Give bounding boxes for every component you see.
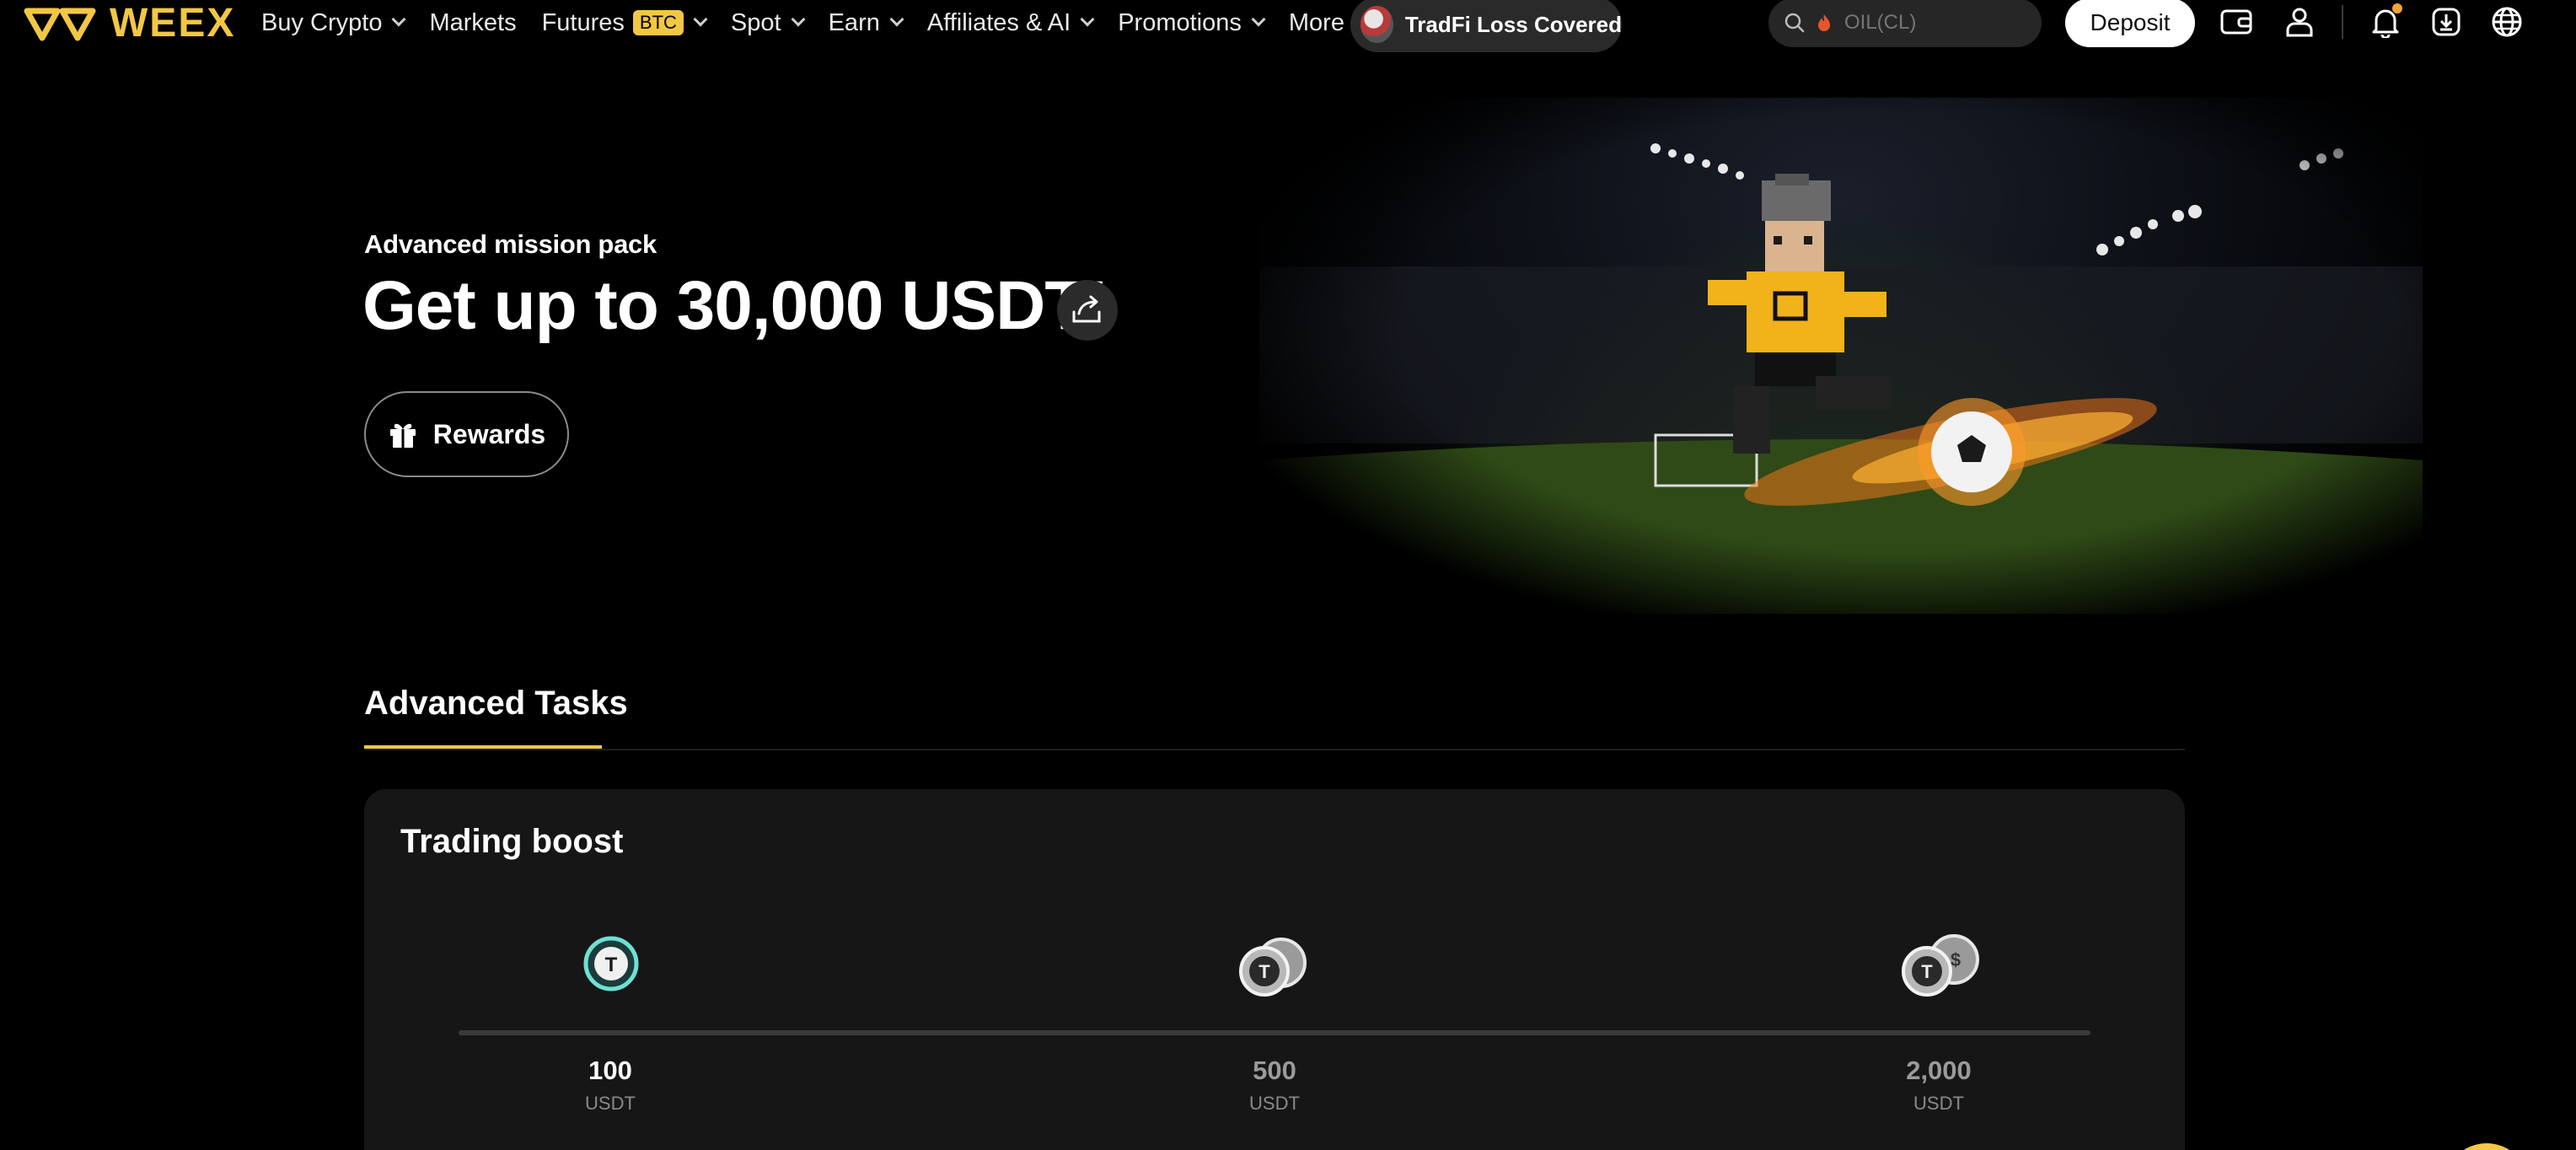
nav-label: Markets [429,8,517,36]
search-icon [1784,13,1805,33]
notification-dot [2392,3,2402,13]
chevron-down-icon [693,12,708,27]
milestone-500: 500 USDT [1190,1056,1359,1115]
share-button[interactable] [1057,280,1118,341]
nav-buy-crypto[interactable]: Buy Crypto [261,8,406,37]
rewards-label: Rewards [432,418,546,449]
main-menu: Buy Crypto Markets Futures BTC Spot Earn… [261,0,1392,46]
chevron-down-icon [889,12,904,27]
milestone-unit: USDT [585,1093,636,1114]
chevron-down-icon [791,12,806,27]
tradfi-label: TradFi Loss Covered [1404,11,1622,37]
brand-name: WEEX [110,0,236,46]
nav-spot[interactable]: Spot [730,8,806,37]
nav-futures[interactable]: Futures BTC [541,8,708,37]
nav-markets[interactable]: Markets [429,9,516,37]
wallet-icon[interactable] [2219,5,2256,39]
chevron-down-icon [1080,12,1095,27]
chevron-down-icon [391,12,406,27]
nav-affiliates[interactable]: Affiliates & AI [926,8,1095,37]
gift-icon [389,423,416,448]
btc-badge: BTC [632,10,684,35]
usdt-coin-stack-icon-large: T $ [1902,934,1979,997]
progress-track [459,1030,2090,1035]
nav-label: Promotions [1118,8,1242,36]
milestone-100: 100 USDT [526,1056,695,1115]
milestone-2000: 2,000 USDT [1854,1056,2023,1115]
top-navbar: WEEX Buy Crypto Markets Futures BTC Spot… [0,0,2576,52]
search-input[interactable] [1843,10,2028,35]
nav-earn[interactable]: Earn [828,8,904,37]
svg-text:T: T [1258,961,1270,982]
nav-label: More [1288,8,1344,36]
hero-title: Get up to 30,000 USDT! [362,267,1109,344]
svg-text:T: T [605,954,618,976]
hero-football-illustration [1259,98,2423,614]
milestone-unit: USDT [1249,1093,1300,1114]
card-title: Trading boost [400,823,624,860]
milestone-amount: 2,000 [1906,1056,1972,1085]
download-icon[interactable] [2428,5,2465,39]
milestone-unit: USDT [1913,1093,1964,1114]
search-box[interactable] [1768,0,2042,47]
nav-label: Affiliates & AI [926,8,1071,36]
tab-advanced-tasks[interactable]: Advanced Tasks [364,685,628,723]
usdt-coin-icon: T [583,936,639,991]
nav-label: Earn [828,8,880,36]
tradfi-promo-pill[interactable]: TradFi Loss Covered [1350,0,1622,52]
weex-logo-icon [24,8,96,41]
nav-label: Futures [541,8,625,36]
svg-text:$: $ [1951,949,1961,970]
active-tab-indicator [364,745,602,749]
nav-divider [2342,5,2343,39]
weex-logo[interactable]: WEEX [24,0,235,46]
fire-icon [1818,14,1830,31]
milestone-amount: 500 [1253,1056,1296,1085]
deposit-button[interactable]: Deposit [2065,0,2195,47]
floating-assistant-button[interactable] [2445,1143,2529,1150]
stadium-scene [1259,143,2423,614]
share-icon [1072,295,1101,323]
globe-icon[interactable] [2488,5,2525,39]
trading-boost-card: Trading boost T T T $ 100 USDT 500 USDT … [364,789,2185,1150]
milestone-amount: 100 [588,1056,632,1085]
nav-promotions[interactable]: Promotions [1118,8,1266,37]
tradfi-avatar [1360,6,1393,43]
user-icon[interactable] [2281,5,2318,39]
svg-text:T: T [1921,961,1933,982]
tab-divider [364,749,2185,750]
hero-subtitle: Advanced mission pack [364,229,657,259]
usdt-coin-stack-icon: T [1239,938,1307,997]
bell-icon[interactable] [2367,3,2404,39]
nav-label: Buy Crypto [261,8,383,36]
chevron-down-icon [1251,12,1266,27]
nav-label: Spot [730,8,781,36]
rewards-button[interactable]: Rewards [364,391,569,477]
